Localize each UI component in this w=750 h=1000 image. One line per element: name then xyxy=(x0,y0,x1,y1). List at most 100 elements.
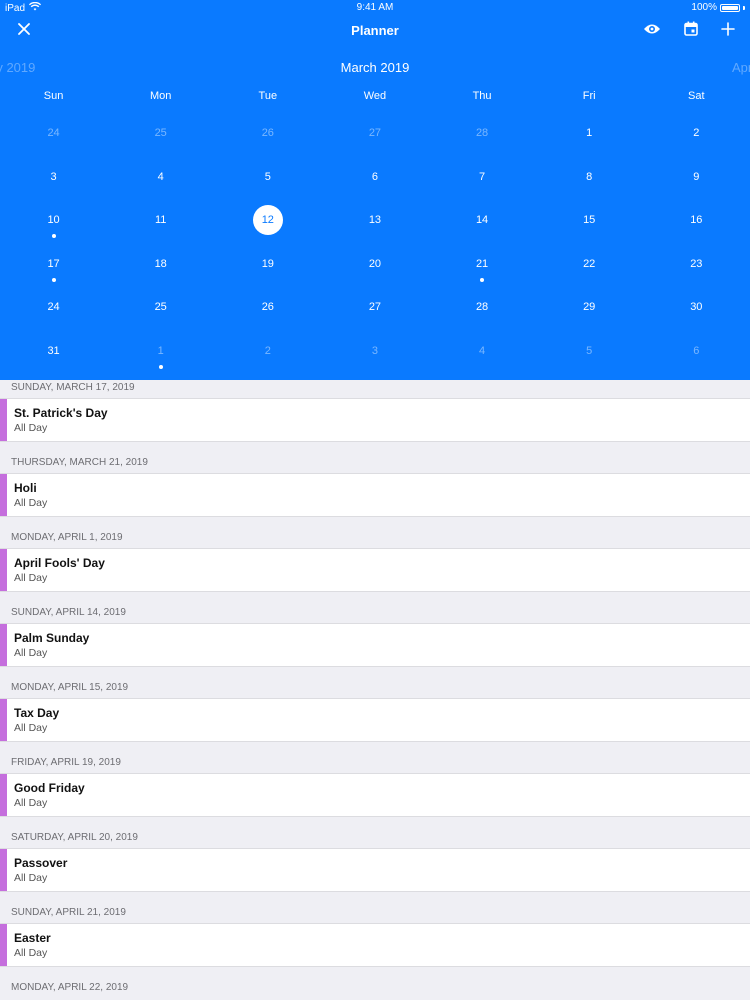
weekday-label: Sun xyxy=(43,90,64,102)
day-cell[interactable]: 22 xyxy=(536,243,643,287)
day-cell[interactable]: 28 xyxy=(429,286,536,330)
day-number: 20 xyxy=(368,257,382,270)
next-month-label[interactable]: April xyxy=(732,60,750,75)
day-cell[interactable]: 14 xyxy=(429,199,536,243)
day-number: 4 xyxy=(479,344,486,357)
day-cell[interactable]: 20 xyxy=(321,243,428,287)
day-cell[interactable]: 3 xyxy=(321,330,428,374)
month-grid: 24 25 26 27 28 1 2 3 4 5 6 7 8 9 10 11 12 13 14 15 16 17 18 19 2… xyxy=(0,112,750,374)
day-cell-selected[interactable]: 12 xyxy=(214,199,321,243)
day-number: 5 xyxy=(586,344,593,357)
day-cell[interactable]: 6 xyxy=(643,330,750,374)
event-row[interactable]: Palm Sunday All Day xyxy=(0,623,750,667)
event-title: St. Patrick's Day xyxy=(14,406,108,420)
event-dot xyxy=(51,277,56,282)
view-options-button[interactable] xyxy=(639,18,665,44)
event-row[interactable]: Tax Day All Day xyxy=(0,698,750,742)
day-cell[interactable]: 26 xyxy=(214,112,321,156)
event-title: Palm Sunday xyxy=(14,631,90,645)
day-cell[interactable]: 4 xyxy=(429,330,536,374)
day-number: 17 xyxy=(47,257,60,270)
day-cell[interactable]: 3 xyxy=(0,156,107,200)
date-section-header: SUNDAY, APRIL 14, 2019 xyxy=(11,607,126,618)
event-dot xyxy=(51,234,56,239)
day-number: 1 xyxy=(586,127,593,139)
day-number: 22 xyxy=(583,257,596,270)
day-number: 2 xyxy=(264,344,271,357)
day-cell[interactable]: 7 xyxy=(429,156,536,200)
day-cell[interactable]: 10 xyxy=(0,199,107,243)
day-number: 24 xyxy=(47,301,60,314)
event-row[interactable]: St. Patrick's Day All Day xyxy=(0,398,750,442)
calendar-color-bar xyxy=(0,924,7,966)
weekday-label: Mon xyxy=(149,90,172,102)
event-title: Good Friday xyxy=(14,781,85,795)
day-cell[interactable]: 2 xyxy=(643,112,750,156)
date-section-header: SUNDAY, MARCH 17, 2019 xyxy=(11,382,135,393)
day-cell[interactable]: 26 xyxy=(214,286,321,330)
day-number: 23 xyxy=(690,257,703,270)
day-cell[interactable]: 8 xyxy=(536,156,643,200)
day-number: 12 xyxy=(252,205,283,236)
event-dot xyxy=(480,277,485,282)
day-cell[interactable]: 27 xyxy=(321,286,428,330)
current-month-label: March 2019 xyxy=(340,60,410,75)
event-time: All Day xyxy=(14,497,48,509)
day-cell[interactable]: 5 xyxy=(214,156,321,200)
day-cell[interactable]: 19 xyxy=(214,243,321,287)
event-row[interactable]: April Fools' Day All Day xyxy=(0,548,750,592)
battery-percent: 100% xyxy=(691,2,717,13)
day-cell[interactable]: 15 xyxy=(536,199,643,243)
day-number: 28 xyxy=(475,301,489,314)
event-row[interactable]: Good Friday All Day xyxy=(0,773,750,817)
day-cell[interactable]: 21 xyxy=(429,243,536,287)
day-cell[interactable]: 25 xyxy=(107,286,214,330)
calendar-color-bar xyxy=(0,849,7,891)
day-cell[interactable]: 6 xyxy=(321,156,428,200)
weekday-label: Thu xyxy=(472,90,492,102)
day-number: 7 xyxy=(479,170,486,183)
weekday-label: Sat xyxy=(688,90,705,102)
day-number: 14 xyxy=(475,214,489,227)
day-cell[interactable]: 27 xyxy=(321,112,428,156)
day-cell[interactable]: 4 xyxy=(107,156,214,200)
event-time: All Day xyxy=(14,947,48,959)
weekday-label: Tue xyxy=(258,90,278,102)
date-section-header: MONDAY, APRIL 15, 2019 xyxy=(11,682,129,693)
date-section-header: SUNDAY, APRIL 21, 2019 xyxy=(11,907,126,918)
day-cell[interactable]: 2 xyxy=(214,330,321,374)
day-cell[interactable]: 25 xyxy=(107,112,214,156)
day-cell[interactable]: 9 xyxy=(643,156,750,200)
day-cell[interactable]: 11 xyxy=(107,199,214,243)
day-cell[interactable]: 1 xyxy=(536,112,643,156)
day-number: 15 xyxy=(583,214,596,227)
event-time: All Day xyxy=(14,722,48,734)
day-number: 24 xyxy=(47,127,60,139)
day-cell[interactable]: 1 xyxy=(107,330,214,374)
day-number: 3 xyxy=(371,344,378,357)
event-row[interactable]: Easter All Day xyxy=(0,923,750,967)
day-number: 31 xyxy=(47,344,60,357)
day-number: 25 xyxy=(154,127,167,139)
day-cell[interactable]: 16 xyxy=(643,199,750,243)
day-cell[interactable]: 30 xyxy=(643,286,750,330)
day-cell[interactable]: 29 xyxy=(536,286,643,330)
day-number: 29 xyxy=(583,301,596,314)
add-event-button[interactable] xyxy=(715,18,741,44)
event-row[interactable]: Holi All Day xyxy=(0,473,750,517)
day-cell[interactable]: 28 xyxy=(429,112,536,156)
nav-bar: Planner xyxy=(0,14,750,48)
day-cell[interactable]: 24 xyxy=(0,286,107,330)
calendar-button[interactable] xyxy=(678,18,704,44)
day-cell[interactable]: 5 xyxy=(536,330,643,374)
day-number: 18 xyxy=(154,257,167,270)
day-cell[interactable]: 17 xyxy=(0,243,107,287)
event-time: All Day xyxy=(14,422,48,434)
day-cell[interactable]: 31 xyxy=(0,330,107,374)
status-bar: iPad 9:41 AM 100% xyxy=(0,0,750,14)
day-cell[interactable]: 24 xyxy=(0,112,107,156)
day-cell[interactable]: 23 xyxy=(643,243,750,287)
day-cell[interactable]: 13 xyxy=(321,199,428,243)
day-cell[interactable]: 18 xyxy=(107,243,214,287)
event-row[interactable]: Passover All Day xyxy=(0,848,750,892)
